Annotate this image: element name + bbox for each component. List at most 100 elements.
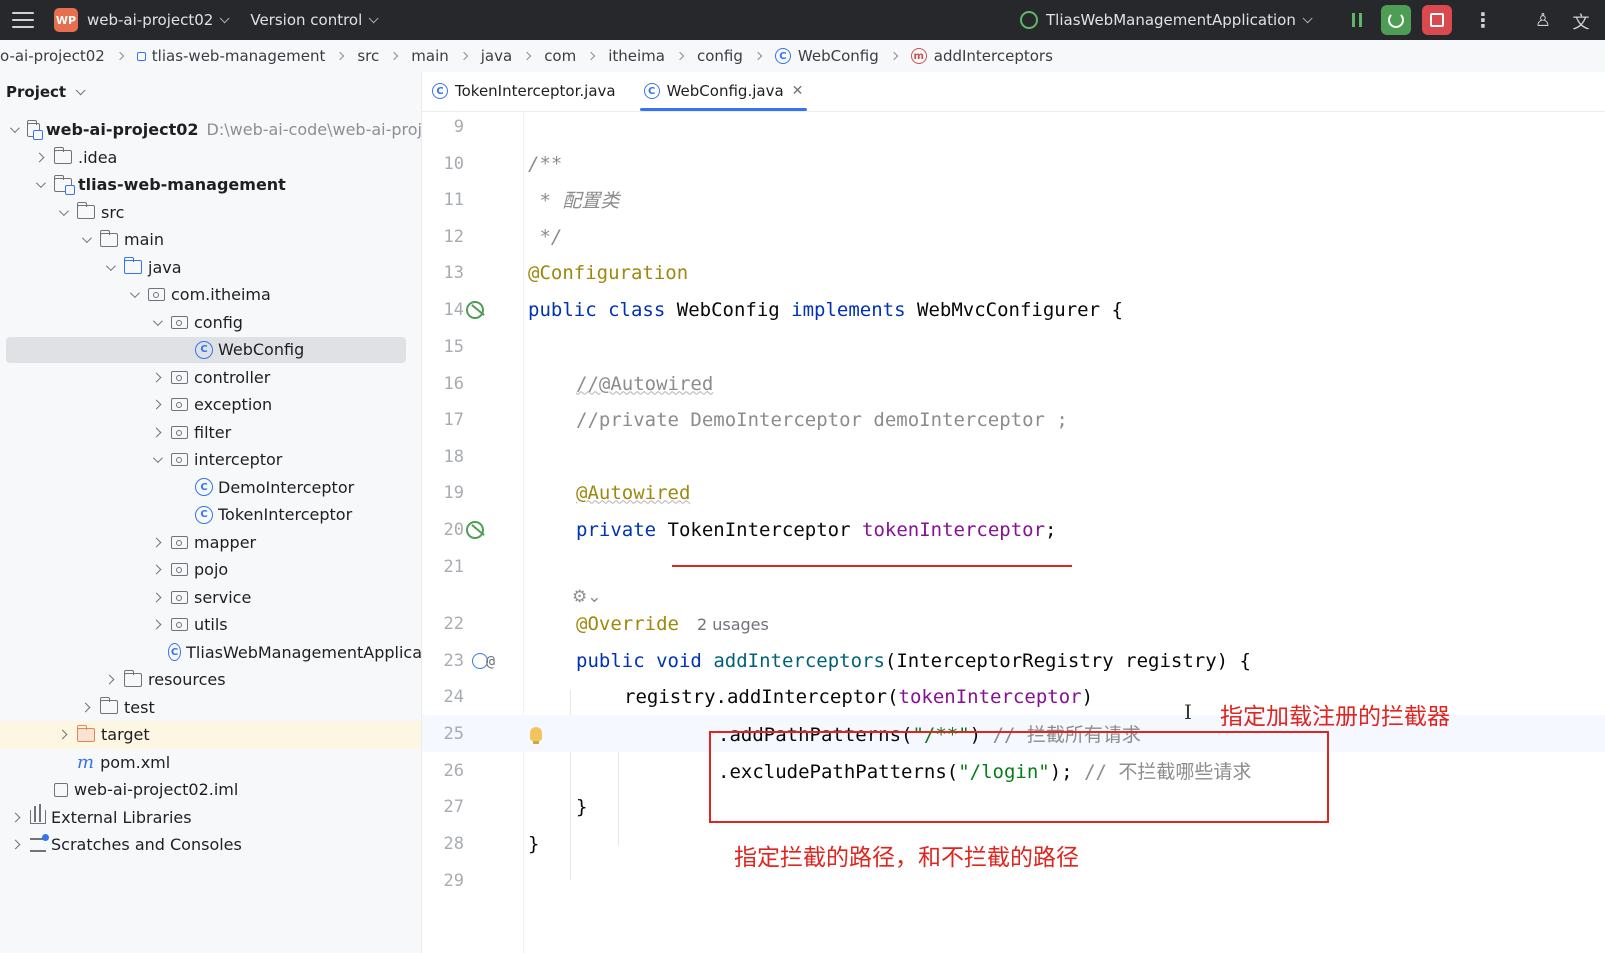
- expand-arrow-icon[interactable]: [10, 126, 17, 133]
- breadcrumb-item-project[interactable]: o-ai-project02: [0, 47, 105, 65]
- version-control-menu[interactable]: Version control: [250, 11, 362, 29]
- code-text: //private DemoInterceptor demoIntercepto…: [576, 408, 1068, 431]
- expand-arrow-icon[interactable]: [151, 429, 161, 436]
- tree-item-label: TokenInterceptor: [218, 505, 353, 525]
- tree-item-iml[interactable]: web-ai-project02.iml: [0, 776, 421, 804]
- main-menu-icon[interactable]: [12, 12, 34, 28]
- debug-button[interactable]: [1342, 5, 1372, 35]
- line-number: 20: [443, 519, 464, 540]
- tree-item-label: pom.xml: [100, 752, 171, 772]
- expand-arrow-icon[interactable]: [151, 621, 161, 628]
- run-configuration-selector[interactable]: TliasWebManagementApplication: [1020, 0, 1313, 40]
- code-token: @Autowired: [576, 481, 691, 504]
- tree-item-test[interactable]: test: [0, 694, 421, 722]
- breadcrumb-item-config[interactable]: config: [697, 47, 743, 65]
- code-text: }: [576, 795, 588, 818]
- expand-arrow-icon[interactable]: [151, 401, 161, 408]
- tree-item-web-ai-project02[interactable]: web-ai-project02 D:\web-ai-code\web-ai-p…: [0, 116, 421, 144]
- stop-button[interactable]: [1422, 5, 1452, 35]
- autowired-bean-icon[interactable]: [466, 520, 484, 539]
- expand-arrow-icon[interactable]: [57, 209, 67, 216]
- usages-hint[interactable]: 2 usages: [697, 615, 769, 634]
- annotation-note-register: 指定加载注册的拦截器: [1220, 704, 1450, 730]
- tab-tokeninterceptor[interactable]: C TokenInterceptor.java: [422, 71, 626, 111]
- more-actions-icon[interactable]: ⋮: [1468, 5, 1498, 35]
- tree-item-com-itheima[interactable]: com.itheima: [0, 281, 421, 309]
- line-number: 11: [443, 189, 464, 210]
- add-user-icon[interactable]: ♙: [1528, 5, 1558, 35]
- tree-item-pojo[interactable]: pojo: [0, 556, 421, 584]
- expand-arrow-icon[interactable]: [104, 264, 114, 271]
- expand-arrow-icon[interactable]: [151, 319, 161, 326]
- breadcrumb-item-com[interactable]: com: [544, 47, 576, 65]
- tree-item-config[interactable]: config: [0, 309, 421, 337]
- breadcrumb-item-class[interactable]: C WebConfig: [774, 47, 879, 65]
- close-tab-icon[interactable]: ✕: [792, 83, 804, 99]
- tree-item-target[interactable]: target: [0, 721, 421, 749]
- spring-bean-icon[interactable]: [466, 300, 484, 319]
- expand-arrow-icon[interactable]: [80, 236, 90, 243]
- project-switcher[interactable]: web-ai-project02: [87, 11, 213, 29]
- expand-arrow-icon[interactable]: [34, 181, 44, 188]
- tree-item-exception[interactable]: exception: [0, 391, 421, 419]
- tree-item-service[interactable]: service: [0, 584, 421, 612]
- tree-item-tlias-web-management[interactable]: tlias-web-management: [0, 171, 421, 199]
- code-line: 22 @Override 2 usages: [422, 605, 1605, 642]
- tree-item-tokeninterceptor[interactable]: C TokenInterceptor: [0, 501, 421, 529]
- line-number: 23: [443, 650, 464, 671]
- tree-item-webconfig[interactable]: C WebConfig: [0, 336, 421, 364]
- expand-arrow-icon[interactable]: [151, 374, 161, 381]
- expand-arrow-icon[interactable]: [34, 154, 44, 161]
- tree-item-idea[interactable]: .idea: [0, 144, 421, 172]
- expand-arrow-icon[interactable]: [151, 539, 161, 546]
- expand-arrow-icon[interactable]: [128, 291, 138, 298]
- breadcrumb-item-src[interactable]: src: [357, 47, 379, 65]
- tree-item-mapper[interactable]: mapper: [0, 529, 421, 557]
- expand-arrow-icon[interactable]: [10, 814, 20, 821]
- tree-item-pom[interactable]: m pom.xml: [0, 749, 421, 777]
- breadcrumb-item-itheima[interactable]: itheima: [608, 47, 665, 65]
- tab-webconfig[interactable]: C WebConfig.java ✕: [634, 71, 814, 111]
- expand-arrow-icon[interactable]: [151, 456, 161, 463]
- rerun-button[interactable]: [1381, 5, 1411, 35]
- tree-item-external-libraries[interactable]: External Libraries: [0, 804, 421, 832]
- breadcrumb-label: WebConfig: [797, 47, 879, 65]
- project-badge[interactable]: WP: [54, 8, 78, 32]
- tree-item-demointerceptor[interactable]: C DemoInterceptor: [0, 474, 421, 502]
- breadcrumb-item-java[interactable]: java: [481, 47, 512, 65]
- code-token: WebConfig: [676, 298, 780, 321]
- chevron-right-icon: [889, 51, 898, 61]
- tree-item-resources[interactable]: resources: [0, 666, 421, 694]
- lightbulb-icon[interactable]: [530, 726, 542, 744]
- expand-arrow-icon[interactable]: [104, 676, 114, 683]
- expand-arrow-icon[interactable]: [80, 704, 90, 711]
- expand-arrow-icon[interactable]: [10, 841, 20, 848]
- tree-item-utils[interactable]: utils: [0, 611, 421, 639]
- project-view-selector[interactable]: Project: [0, 72, 421, 112]
- tree-item-interceptor[interactable]: interceptor: [0, 446, 421, 474]
- tree-item-controller[interactable]: controller: [0, 364, 421, 392]
- tree-item-filter[interactable]: filter: [0, 419, 421, 447]
- expand-arrow-icon[interactable]: [151, 566, 161, 573]
- breadcrumb-item-method[interactable]: m addInterceptors: [910, 47, 1053, 65]
- class-icon: C: [774, 48, 791, 64]
- expand-arrow-icon[interactable]: [57, 731, 67, 738]
- breadcrumb-item-module[interactable]: tlias-web-management: [136, 47, 325, 65]
- translate-icon[interactable]: 文: [1566, 5, 1596, 35]
- folder-icon: [99, 697, 118, 715]
- annotation-gutter-icon[interactable]: @: [486, 652, 495, 670]
- ai-assistant-icon[interactable]: ⚙⌄: [572, 587, 601, 607]
- chevron-right-icon: [459, 51, 468, 61]
- code-token: void: [656, 649, 702, 672]
- maven-icon: m: [77, 751, 95, 773]
- tab-label: WebConfig.java: [666, 82, 784, 100]
- tree-item-src[interactable]: src: [0, 199, 421, 227]
- tree-item-java[interactable]: java: [0, 254, 421, 282]
- breadcrumb-item-main[interactable]: main: [411, 47, 448, 65]
- expand-arrow-icon[interactable]: [151, 594, 161, 601]
- code-editor[interactable]: 9 10 /** 11 * 配置类 12 */ 13 @Configuratio…: [422, 112, 1605, 953]
- tree-item-scratches[interactable]: Scratches and Consoles: [0, 831, 421, 859]
- tree-item-main[interactable]: main: [0, 226, 421, 254]
- chevron-right-icon: [115, 51, 125, 61]
- tree-item-tliaswebmanagementapplication[interactable]: C TliasWebManagementApplica: [0, 639, 421, 667]
